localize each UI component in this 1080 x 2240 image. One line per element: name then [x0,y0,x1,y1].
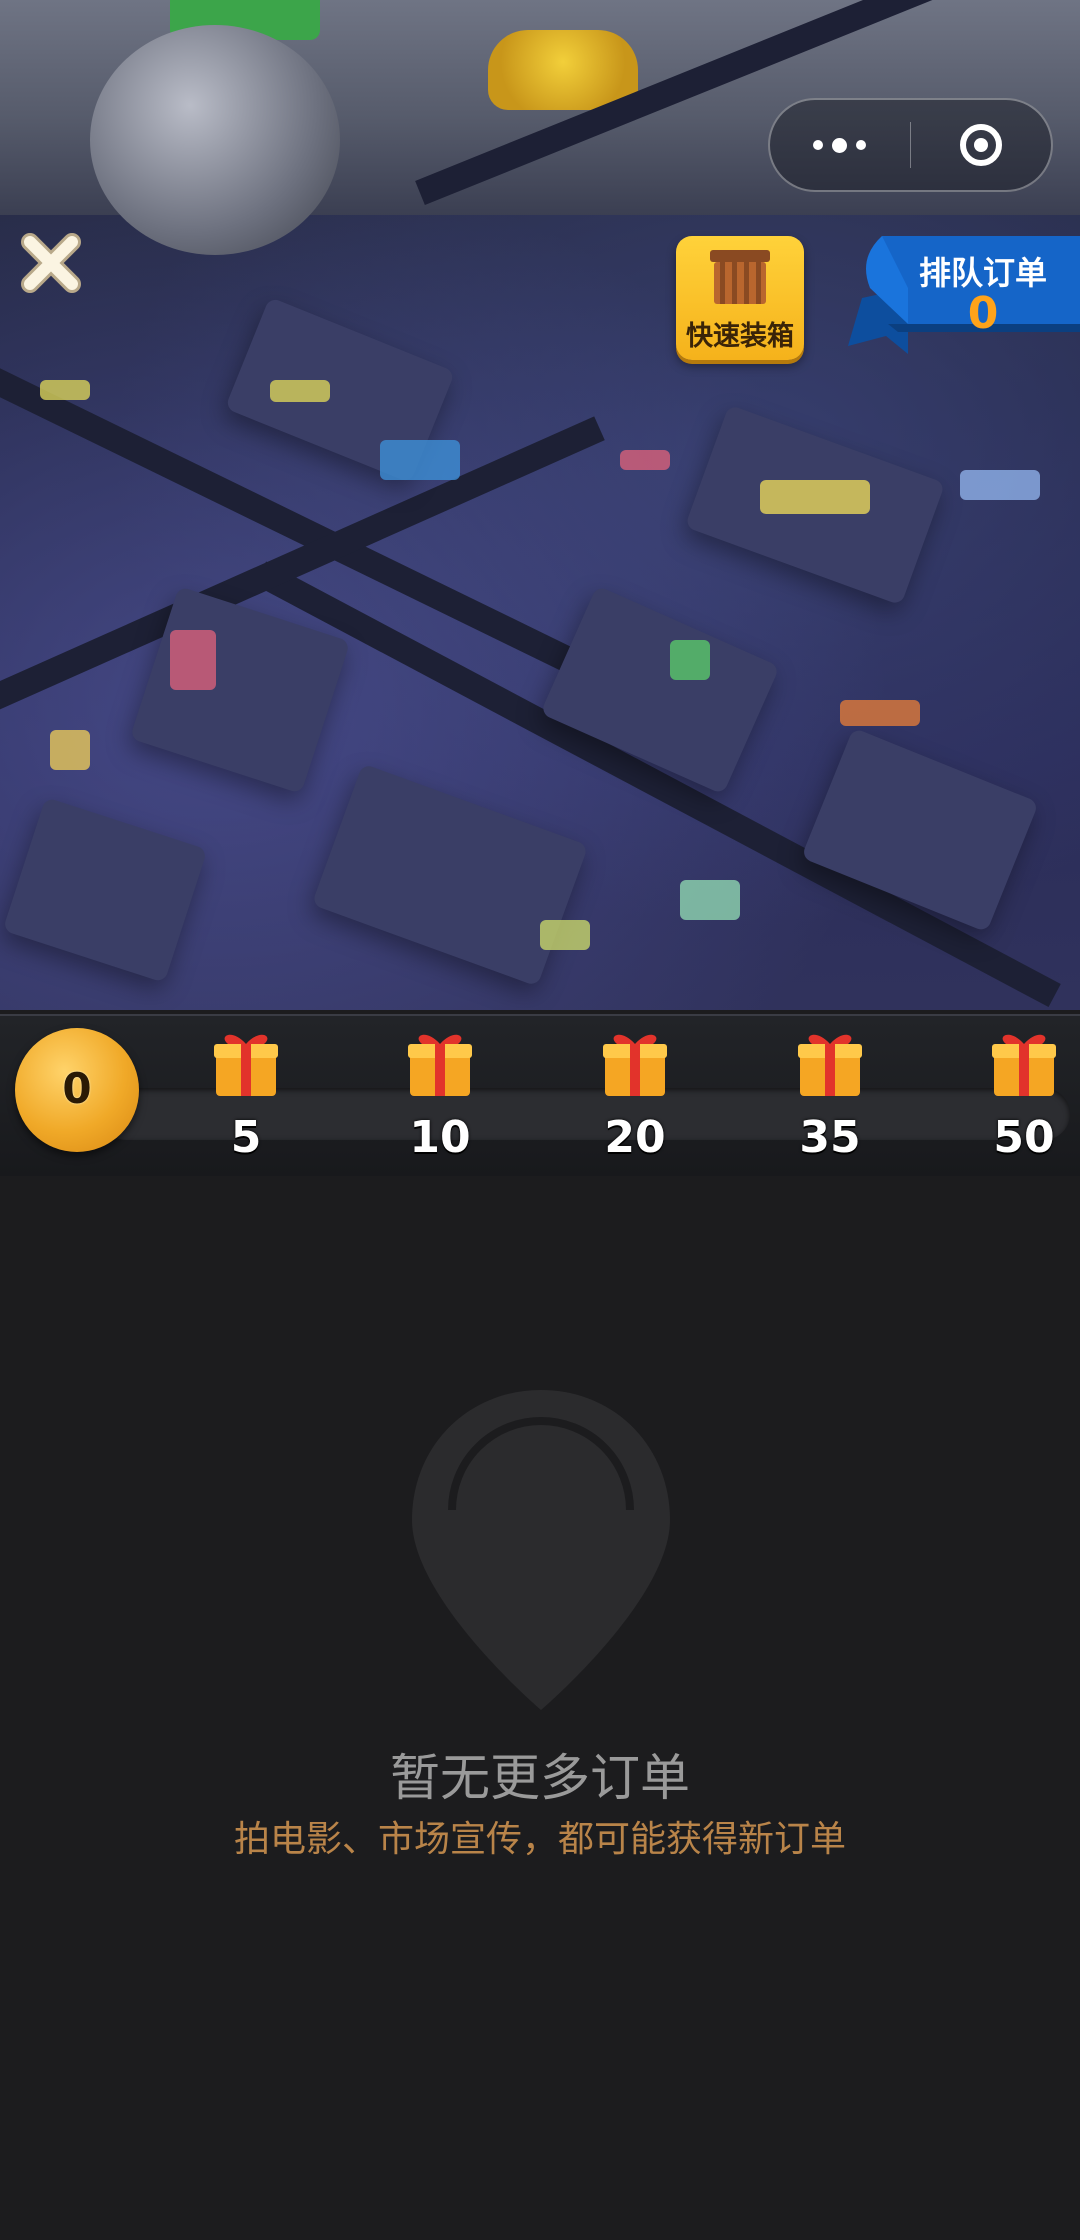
gift-icon [214,1034,278,1096]
location-pin-icon [412,1390,670,1710]
scene-sign [380,440,460,480]
scene-building [311,763,589,987]
milestone-value: 20 [604,1112,666,1163]
milestone-reward[interactable]: 50 [974,1026,1074,1166]
quick-pack-label: 快速装箱 [686,321,794,352]
scene-sign [40,380,90,400]
scene-sign [540,920,590,950]
scene-gold-pile [488,30,638,110]
more-dots-icon [813,137,867,153]
scene-dome [90,25,340,255]
close-icon [21,233,81,293]
milestone-reward[interactable]: 35 [780,1026,880,1166]
milestone-reward[interactable]: 10 [390,1026,490,1166]
scene-building [801,727,1039,933]
exit-button[interactable] [911,100,1051,190]
scene-sign [270,380,330,402]
empty-state-subtitle: 拍电影、市场宣传，都可能获得新订单 [233,1819,846,1860]
miniprogram-capsule [768,98,1053,192]
target-icon [960,124,1003,166]
scene-sign [670,640,710,680]
scene-sign [680,880,740,920]
scene-sign [960,470,1040,500]
more-button[interactable] [770,100,910,190]
scene-sign [840,700,920,726]
milestone-value: 10 [409,1112,471,1163]
milestone-value: 50 [993,1112,1055,1163]
milestone-reward[interactable]: 20 [585,1026,685,1166]
scene-sign [620,450,670,470]
quick-pack-button[interactable]: 快速装箱 [676,236,804,360]
gift-icon [798,1034,862,1096]
empty-state-title: 暂无更多订单 [390,1749,690,1807]
current-points-coin: 0 [15,1028,139,1152]
milestone-value: 5 [230,1112,262,1163]
milestone-value: 35 [799,1112,861,1163]
scene-sign [50,730,90,770]
crate-icon [710,250,770,304]
gift-icon [603,1034,667,1096]
scene-building [2,797,208,983]
close-button[interactable] [18,230,84,296]
milestone-progress-panel: 0 5 10 20 35 50 [0,1014,1080,1176]
scene-sign [760,480,870,514]
gift-icon [992,1034,1056,1096]
queue-orders-count: 0 [967,288,999,339]
queue-orders-panel[interactable]: 排队订单 0 [848,228,1080,354]
current-points-value: 0 [62,1064,92,1113]
gift-icon [408,1034,472,1096]
milestone-reward[interactable]: 5 [196,1026,296,1166]
scene-sign [170,630,216,690]
scene-building [540,585,780,795]
